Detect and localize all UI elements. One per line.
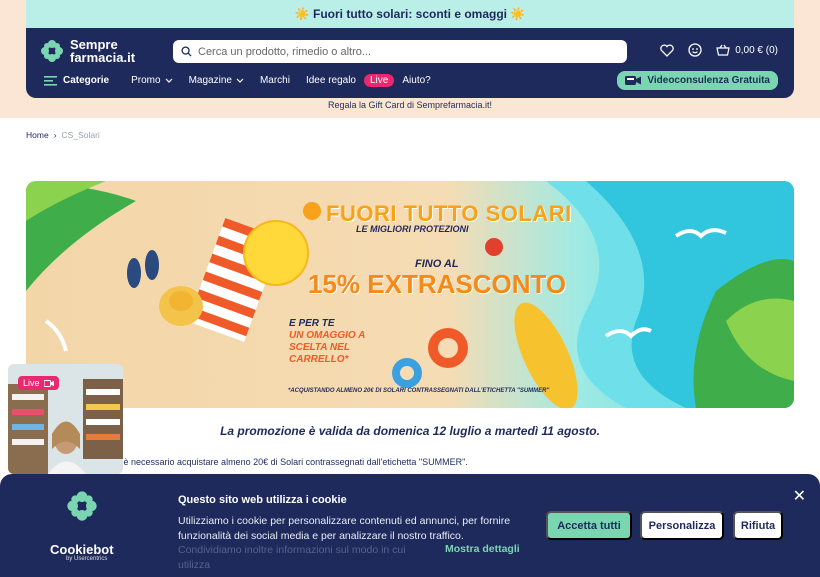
nav-categories[interactable]: Categorie [44, 75, 109, 86]
heart-icon[interactable] [660, 43, 674, 57]
gift-card-notice[interactable]: Regala la Gift Card di Sempre​farmacia.i… [0, 100, 820, 110]
promo-validity: La promozione è valida da domenica 12 lu… [220, 424, 600, 438]
promo-conditions: o è necessario acquistare almeno 20€ di … [116, 457, 468, 467]
promo-banner[interactable]: FUORI TUTTO SOLARI LE MIGLIORI PROTEZION… [26, 181, 794, 408]
show-details-link[interactable]: Mostra dettagli [445, 543, 520, 555]
nav-categories-label: Categorie [63, 75, 110, 86]
accept-all-button[interactable]: Accetta tutti [546, 511, 632, 540]
promo-strip[interactable]: ☀️ Fuori tutto solari: sconti e omaggi ☀… [26, 0, 794, 28]
cookie-text: Utilizziamo i cookie per personalizzare … [178, 515, 511, 542]
nav-idee-regalo[interactable]: Idee regalo [306, 75, 356, 86]
page: ☀️ Fuori tutto solari: sconti e omaggi ☀… [0, 0, 820, 577]
search-box[interactable] [173, 40, 627, 63]
banner-footnote: *ACQUISTANDO ALMENO 20€ DI SOLARI CONTRA… [288, 388, 550, 394]
main-nav: Categorie Promo Magazine Marchi Idee reg… [44, 74, 447, 87]
logo-flower-icon [41, 40, 63, 62]
nav-help[interactable]: Aiuto? [402, 75, 430, 86]
cookiebot-logo[interactable]: Cookiebot [50, 542, 114, 557]
video-camera-icon [625, 76, 642, 85]
cart-button[interactable]: 0,00 € (0) [716, 44, 778, 56]
live-video-widget[interactable]: Live [8, 364, 123, 474]
breadcrumb-current: CS_Solari [61, 130, 100, 140]
nav-magazine-label: Magazine [188, 75, 232, 86]
banner-omaggio: UN OMAGGIO A SCELTA NEL CARRELLO* [289, 330, 365, 365]
site-header: Sempre farmacia.it Cerca un prodotto, ri… [26, 28, 794, 98]
reject-button[interactable]: Rifiuta [733, 511, 783, 540]
search-input[interactable] [198, 45, 598, 58]
live-badge-label: Live [23, 378, 40, 388]
banner-subtitle: LE MIGLIORI PROTEZIONI [356, 224, 469, 234]
video-consultation-button[interactable]: Videoconsulenza Gratuita [617, 71, 778, 90]
breadcrumb: Home › CS_Solari [26, 130, 100, 140]
account-icon[interactable] [688, 43, 702, 57]
search-icon [181, 46, 192, 57]
top-area: ☀️ Fuori tutto solari: sconti e omaggi ☀… [0, 0, 820, 118]
nav-promo[interactable]: Promo [131, 75, 173, 86]
chevron-down-icon [165, 78, 173, 83]
nav-magazine[interactable]: Magazine [189, 75, 244, 86]
nav-live-badge[interactable]: Live [364, 74, 395, 87]
customize-button[interactable]: Personalizza [640, 511, 724, 540]
close-icon[interactable]: ✕ [793, 486, 806, 506]
chevron-right-icon: › [53, 130, 57, 140]
logo-line-2: farmacia.it [70, 50, 136, 65]
live-badge: Live [18, 376, 59, 390]
nav-marchi[interactable]: Marchi [260, 75, 290, 86]
video-consultation-label: Videoconsulenza Gratuita [647, 75, 770, 86]
breadcrumb-home[interactable]: Home [26, 130, 49, 140]
banner-offer: E PER TE UN OMAGGIO A SCELTA NEL CARRELL… [289, 318, 379, 366]
site-logo[interactable]: Sempre farmacia.it [40, 38, 135, 64]
menu-icon [44, 75, 57, 86]
nav-promo-label: Promo [131, 75, 161, 86]
video-camera-icon [43, 379, 54, 387]
banner-discount: 15% EXTRASCONTO [308, 269, 567, 299]
cookie-text-faded: Condividiamo inoltre informazioni sul mo… [178, 544, 406, 571]
cookiebot-sub: by Usercentrics [66, 556, 108, 562]
header-actions: 0,00 € (0) [660, 43, 778, 57]
cookie-banner: Cookiebot by Usercentrics Questo sito we… [0, 474, 820, 577]
cart-total: 0,00 € (0) [735, 44, 778, 56]
chevron-down-icon [236, 78, 244, 83]
cookie-title: Questo sito web utilizza i cookie [178, 494, 347, 506]
banner-e-per-te: E PER TE [289, 318, 335, 329]
cookiebot-flower-icon [67, 491, 97, 521]
basket-icon [716, 44, 730, 56]
